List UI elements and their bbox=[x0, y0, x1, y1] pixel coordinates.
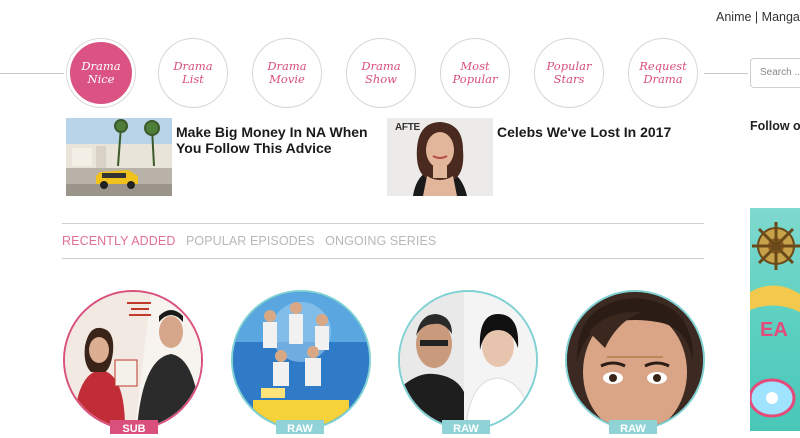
divider-top bbox=[62, 223, 704, 224]
ad-thumbnail-car[interactable] bbox=[66, 118, 172, 196]
ad-title-money[interactable]: Make Big Money In NA When You Follow Thi… bbox=[176, 124, 381, 156]
nav-most-popular[interactable]: Most Popular bbox=[440, 38, 510, 108]
nav-label: Drama Show bbox=[361, 59, 401, 86]
status-badge: RAW bbox=[442, 420, 490, 435]
svg-text:EA: EA bbox=[760, 319, 788, 341]
status-badge: RAW bbox=[609, 420, 657, 435]
nav-request-drama[interactable]: Request Drama bbox=[628, 38, 698, 108]
nav-label: Drama List bbox=[173, 59, 213, 86]
car-image bbox=[66, 118, 172, 196]
nav-label: Drama Nice bbox=[81, 59, 121, 86]
nav-line-left bbox=[0, 73, 64, 74]
nav-popular-stars[interactable]: Popular Stars bbox=[534, 38, 604, 108]
nav-label: Request Drama bbox=[639, 59, 687, 86]
tab-ongoing-series[interactable]: ONGOING SERIES bbox=[325, 234, 436, 248]
poster-image bbox=[65, 292, 201, 428]
manga-link[interactable]: Manga bbox=[762, 10, 800, 24]
poster-image bbox=[567, 292, 703, 428]
ad-thumbnail-celeb[interactable]: AFTE bbox=[387, 118, 493, 196]
sidebar-ad-art: EA bbox=[750, 222, 800, 418]
top-links: Anime | Manga bbox=[716, 10, 800, 24]
nav-label: Most Popular bbox=[452, 59, 498, 86]
content-tabs: RECENTLY ADDED POPULAR EPISODES ONGOING … bbox=[62, 234, 443, 248]
celeb-thumb-text: AFTE bbox=[395, 122, 420, 133]
tab-recently-added[interactable]: RECENTLY ADDED bbox=[62, 234, 175, 248]
poster-image bbox=[400, 292, 536, 428]
nav-line-right bbox=[704, 73, 748, 74]
poster-item[interactable] bbox=[565, 290, 705, 430]
link-separator: | bbox=[754, 10, 759, 24]
nav-label: Popular Stars bbox=[546, 59, 592, 86]
search-placeholder: Search ... bbox=[760, 67, 800, 78]
status-badge: SUB bbox=[110, 420, 158, 435]
sidebar-ad-banner[interactable]: EA bbox=[750, 208, 800, 431]
tab-popular-episodes[interactable]: POPULAR EPISODES bbox=[186, 234, 315, 248]
nav-drama-list[interactable]: Drama List bbox=[158, 38, 228, 108]
nav-drama-nice[interactable]: Drama Nice bbox=[67, 39, 135, 107]
nav-drama-movie[interactable]: Drama Movie bbox=[252, 38, 322, 108]
divider-bottom bbox=[62, 258, 704, 259]
anime-link[interactable]: Anime bbox=[716, 10, 751, 24]
poster-image bbox=[233, 292, 369, 428]
poster-item[interactable] bbox=[398, 290, 538, 430]
nav-label: Drama Movie bbox=[267, 59, 307, 86]
nav-drama-show[interactable]: Drama Show bbox=[346, 38, 416, 108]
search-input[interactable]: Search ... bbox=[750, 58, 800, 88]
follow-heading: Follow o bbox=[750, 119, 800, 133]
ad-title-celebs[interactable]: Celebs We've Lost In 2017 bbox=[497, 124, 697, 140]
poster-item[interactable] bbox=[231, 290, 371, 430]
poster-item[interactable] bbox=[63, 290, 203, 430]
status-badge: RAW bbox=[276, 420, 324, 435]
